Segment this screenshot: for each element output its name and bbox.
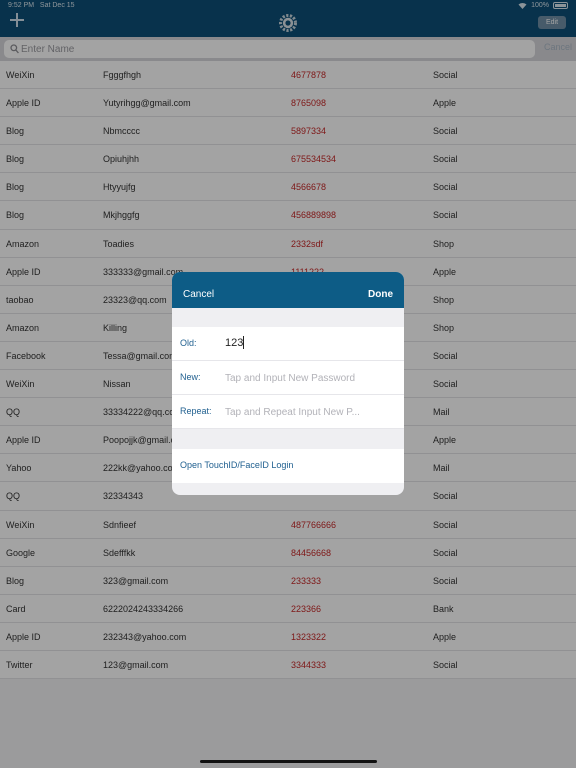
touchid-login-link[interactable]: Open TouchID/FaceID Login [180,460,293,470]
repeat-password-input[interactable] [225,402,395,422]
repeat-password-row[interactable]: Repeat: [172,395,404,429]
repeat-label: Repeat: [180,406,212,416]
dialog-header: Cancel Done [172,272,404,308]
new-password-input[interactable] [225,368,395,388]
old-password-row[interactable]: Old: 123 [172,327,404,361]
text-cursor [243,336,244,349]
old-label: Old: [180,338,197,348]
dialog-cancel-button[interactable]: Cancel [183,289,214,300]
old-password-value[interactable]: 123 [225,337,243,349]
new-label: New: [180,372,201,382]
change-password-dialog: Cancel Done Old: 123 New: Repeat: Open T… [172,272,404,495]
touchid-row[interactable]: Open TouchID/FaceID Login [172,449,404,483]
dialog-done-button[interactable]: Done [368,289,393,300]
new-password-row[interactable]: New: [172,361,404,395]
home-indicator [200,760,377,763]
